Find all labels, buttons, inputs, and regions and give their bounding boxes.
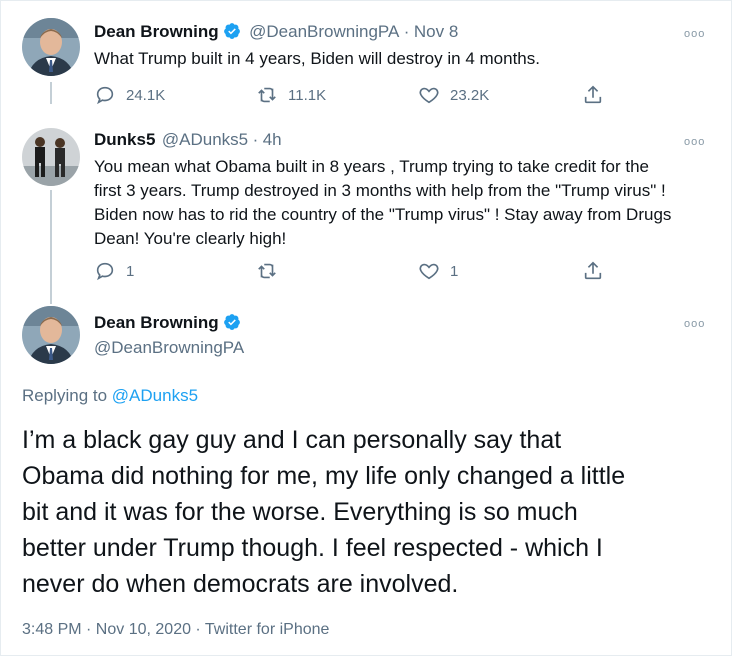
tweet-text-line: Obama did nothing for me, my life only c… [22,462,626,490]
tweet-text-line: first 3 years. Trump destroyed in 3 mont… [94,181,666,200]
like-icon [419,87,439,104]
tweet3-author: Dean Browning [94,313,241,336]
verified-badge-icon [223,22,241,45]
thread-connector-line [50,82,52,104]
reply-icon [96,262,114,281]
author-name[interactable]: Dean Browning [94,313,219,332]
reply-button[interactable]: 24.1K [94,84,165,106]
replying-to-label: Replying to [22,386,108,405]
tweet-text-line: I’m a black gay guy and I can personally… [22,426,562,454]
author-handle[interactable]: @DeanBrowningPA [249,22,399,41]
share-icon [584,261,602,280]
author-handle[interactable]: @ADunks5 [162,130,248,149]
avatar-photo-icon [22,18,80,76]
tweet-text-line: never do when democrats are involved. [22,570,459,598]
replying-to: Replying to @ADunks5 [22,386,198,406]
tweet-timestamp[interactable]: 3:48 PM · Nov 10, 2020 · Twitter for iPh… [22,621,329,639]
reply-count: 1 [126,262,135,280]
author-handle[interactable]: @DeanBrowningPA [94,338,244,358]
author-name[interactable]: Dean Browning [94,22,219,41]
avatar-photo-icon [22,128,80,186]
reply-button[interactable]: 1 [94,260,134,282]
like-icon [419,263,439,280]
share-button[interactable] [582,260,604,282]
separator-dot: · [252,130,259,149]
tweet1-header: Dean Browning @DeanBrowningPA · Nov 8 [94,22,458,45]
retweet-count: 11.1K [288,86,327,104]
avatar-dunks5[interactable] [22,128,80,186]
retweet-icon [258,87,276,103]
author-name[interactable]: Dunks5 [94,130,155,149]
tweet-text-line: Dean! You're clearly high! [94,229,287,248]
tweet2-header: Dunks5 @ADunks5 · 4h [94,130,282,150]
avatar-photo-icon [22,306,80,364]
like-button[interactable]: 1 [418,260,458,282]
retweet-button[interactable] [256,260,288,282]
avatar-dean-browning[interactable] [22,306,80,364]
share-button[interactable] [582,84,604,106]
more-options-icon[interactable]: ooo [684,28,705,40]
retweet-icon [258,263,276,279]
like-button[interactable]: 23.2K [418,84,489,106]
replying-to-handle-link[interactable]: @ADunks5 [112,386,198,405]
tweet-text-line: bit and it was for the worse. Everything… [22,498,578,526]
retweet-button[interactable]: 11.1K [256,84,326,106]
like-count: 1 [450,262,459,280]
tweet-time[interactable]: Nov 8 [414,22,458,41]
like-count: 23.2K [450,86,490,104]
tweet-text: What Trump built in 4 years, Biden will … [94,49,540,68]
tweet-text-line: You mean what Obama built in 8 years , T… [94,157,649,176]
thread-connector-line [50,190,52,304]
more-options-icon[interactable]: ooo [684,318,705,330]
more-options-icon[interactable]: ooo [684,136,705,148]
tweet-text-line: better under Trump though. I feel respec… [22,534,603,562]
tweet-text-line: Biden now has to rid the country of the … [94,205,672,224]
reply-icon [96,86,114,105]
tweet-text: You mean what Obama built in 8 years , T… [94,155,720,251]
reply-count: 24.1K [126,86,166,104]
tweet-time[interactable]: 4h [263,130,282,149]
verified-badge-icon [223,313,241,336]
share-icon [584,85,602,104]
separator-dot: · [403,22,410,41]
focused-tweet-text: I’m a black gay guy and I can personally… [22,422,722,602]
avatar-dean-browning[interactable] [22,18,80,76]
